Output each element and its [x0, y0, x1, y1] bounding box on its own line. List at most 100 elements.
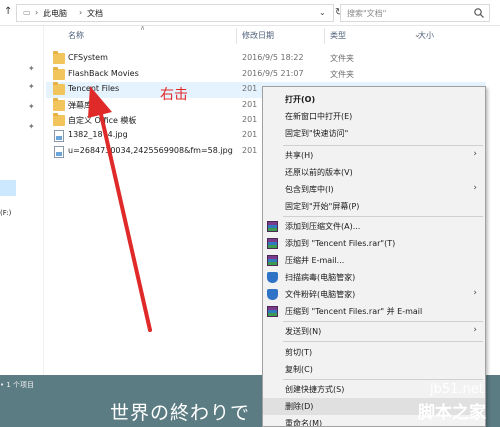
file-name: 弹幕库 [68, 101, 92, 110]
menu-item-open[interactable]: 打开(O) [263, 91, 485, 108]
jpg-file-icon [54, 146, 64, 158]
menu-item-cut[interactable]: 剪切(T) [263, 344, 485, 361]
file-date: 201 [242, 84, 258, 93]
up-arrow-icon[interactable]: ↑ [4, 6, 12, 17]
pin-icon[interactable]: ✦ [28, 102, 35, 111]
watermark-name: 脚本之家 [418, 403, 486, 423]
menu-item-send-to[interactable]: 发送到(N) › [263, 323, 485, 340]
column-header-date[interactable]: 修改日期 [242, 30, 274, 41]
file-date: 2016/9/5 21:07 [242, 69, 304, 78]
breadcrumb-documents[interactable]: 文档 [87, 8, 103, 19]
column-divider[interactable] [324, 28, 325, 44]
menu-separator [283, 379, 483, 380]
winrar-icon [267, 255, 278, 266]
computer-icon: ▭ [23, 8, 31, 17]
winrar-icon [267, 306, 278, 317]
breadcrumb-this-pc[interactable]: 此电脑 [43, 8, 67, 19]
shield-icon [267, 289, 278, 300]
folder-icon [53, 51, 65, 64]
menu-item-add-to-rar[interactable]: 添加到 "Tencent Files.rar"(T) [263, 235, 485, 252]
menu-item-share[interactable]: 共享(H) › [263, 147, 485, 164]
menu-item-label: 压缩并 E-mail... [285, 256, 345, 265]
file-date: 201 [242, 130, 258, 139]
menu-item-add-to-archive[interactable]: 添加到压缩文件(A)... [263, 218, 485, 235]
column-divider[interactable] [236, 28, 237, 44]
column-header-type[interactable]: 类型 [330, 30, 346, 41]
chevron-down-icon[interactable]: ⌄ [319, 8, 326, 17]
folder-icon [53, 82, 65, 95]
menu-item-include-in-library[interactable]: 包含到库中(I) › [263, 181, 485, 198]
menu-item-label: 删除(D) [285, 402, 314, 411]
menu-separator [283, 341, 483, 342]
site-watermark: jb51.net 脚本之家 [418, 382, 500, 427]
menu-item-label: 剪切(T) [285, 348, 313, 357]
menu-item-open-new-window[interactable]: 在新窗口中打开(E) [263, 108, 485, 125]
file-row[interactable]: CFSystem 2016/9/5 18:22 文件夹 [46, 51, 486, 67]
watermark-url: jb51.net [430, 382, 484, 397]
file-name: 1382_1874.jpg [68, 130, 128, 139]
annotation-label: 右击 [160, 87, 188, 103]
menu-item-pin-quick-access[interactable]: 固定到"快速访问" [263, 125, 485, 142]
menu-item-label: 还原以前的版本(V) [285, 168, 353, 177]
submenu-arrow-icon: › [473, 183, 477, 193]
menu-separator [283, 216, 483, 217]
file-name: Tencent Files [68, 84, 120, 93]
menu-item-label: 压缩到 "Tencent Files.rar" 并 E-mail [285, 307, 423, 316]
winrar-icon [267, 238, 278, 249]
sort-up-icon: ∧ [140, 24, 146, 32]
file-name: CFSystem [68, 53, 108, 62]
file-type: 文件夹 [330, 70, 354, 79]
nav-selected-item[interactable] [0, 180, 16, 196]
file-name: 自定义 Office 模板 [68, 116, 137, 125]
menu-item-label: 添加到压缩文件(A)... [285, 222, 361, 231]
menu-item-pin-start[interactable]: 固定到"开始"屏幕(P) [263, 198, 485, 215]
shield-icon [267, 272, 278, 283]
pin-icon[interactable]: ✦ [28, 122, 35, 131]
search-input[interactable]: 搜索"文档" [340, 4, 490, 22]
file-date: 201 [242, 146, 258, 155]
folder-icon [53, 98, 65, 111]
menu-item-restore-versions[interactable]: 还原以前的版本(V) [263, 164, 485, 181]
submenu-arrow-icon: › [473, 325, 477, 335]
file-type: 文件夹 [330, 54, 354, 63]
menu-item-compress-rar-email[interactable]: 压缩到 "Tencent Files.rar" 并 E-mail [263, 303, 485, 320]
menu-item-label: 包含到库中(I) [285, 185, 334, 194]
menu-item-label: 固定到"快速访问" [285, 129, 349, 138]
menu-item-label: 添加到 "Tencent Files.rar"(T) [285, 239, 396, 248]
video-subtitle: 世界の終わりで [110, 402, 251, 424]
menu-item-file-shred[interactable]: 文件粉碎(电脑管家) › [263, 286, 485, 303]
nav-drive-item[interactable]: (F:) [0, 209, 11, 217]
address-box[interactable]: ▭ › 此电脑 › 文档 ⌄ ↻ [16, 4, 343, 22]
pin-icon[interactable]: ✦ [28, 64, 35, 73]
column-header-size[interactable]: 大小 [418, 30, 434, 41]
file-name: FlashBack Movies [68, 69, 139, 78]
menu-item-label: 固定到"开始"屏幕(P) [285, 202, 360, 211]
menu-item-scan-virus[interactable]: 扫描病毒(电脑管家) [263, 269, 485, 286]
menu-item-label: 重命名(M) [285, 419, 323, 427]
menu-item-label: 文件粉碎(电脑管家) [285, 290, 356, 299]
menu-item-label: 在新窗口中打开(E) [285, 112, 353, 121]
column-header-name[interactable]: 名称 [68, 30, 84, 41]
folder-icon [53, 113, 65, 126]
file-row[interactable]: FlashBack Movies 2016/9/5 21:07 文件夹 [46, 67, 486, 83]
file-name: u=2684730034,2425569908&fm=58.jpg [68, 146, 233, 155]
jpg-file-icon [54, 130, 64, 142]
menu-item-label: 扫描病毒(电脑管家) [285, 273, 356, 282]
menu-item-label: 共享(H) [285, 151, 314, 160]
breadcrumb-separator: › [79, 8, 83, 17]
search-icon[interactable] [473, 7, 485, 19]
menu-item-copy[interactable]: 复制(C) [263, 361, 485, 378]
submenu-arrow-icon: › [473, 288, 477, 298]
pin-icon[interactable]: ✦ [28, 82, 35, 91]
winrar-icon [267, 221, 278, 232]
menu-separator [283, 321, 483, 322]
navigation-pane: ✦ ✦ ✦ ✦ (F:) [0, 26, 44, 375]
menu-item-label: 创建快捷方式(S) [285, 385, 345, 394]
menu-separator [283, 145, 483, 146]
address-bar: ↑ ▭ › 此电脑 › 文档 ⌄ ↻ 搜索"文档" [0, 0, 500, 26]
menu-item-label: 发送到(N) [285, 327, 322, 336]
file-date: 201 [242, 100, 258, 109]
context-menu: 打开(O) 在新窗口中打开(E) 固定到"快速访问" 共享(H) › 还原以前的… [262, 86, 486, 427]
menu-item-label: 复制(C) [285, 365, 313, 374]
menu-item-compress-email[interactable]: 压缩并 E-mail... [263, 252, 485, 269]
